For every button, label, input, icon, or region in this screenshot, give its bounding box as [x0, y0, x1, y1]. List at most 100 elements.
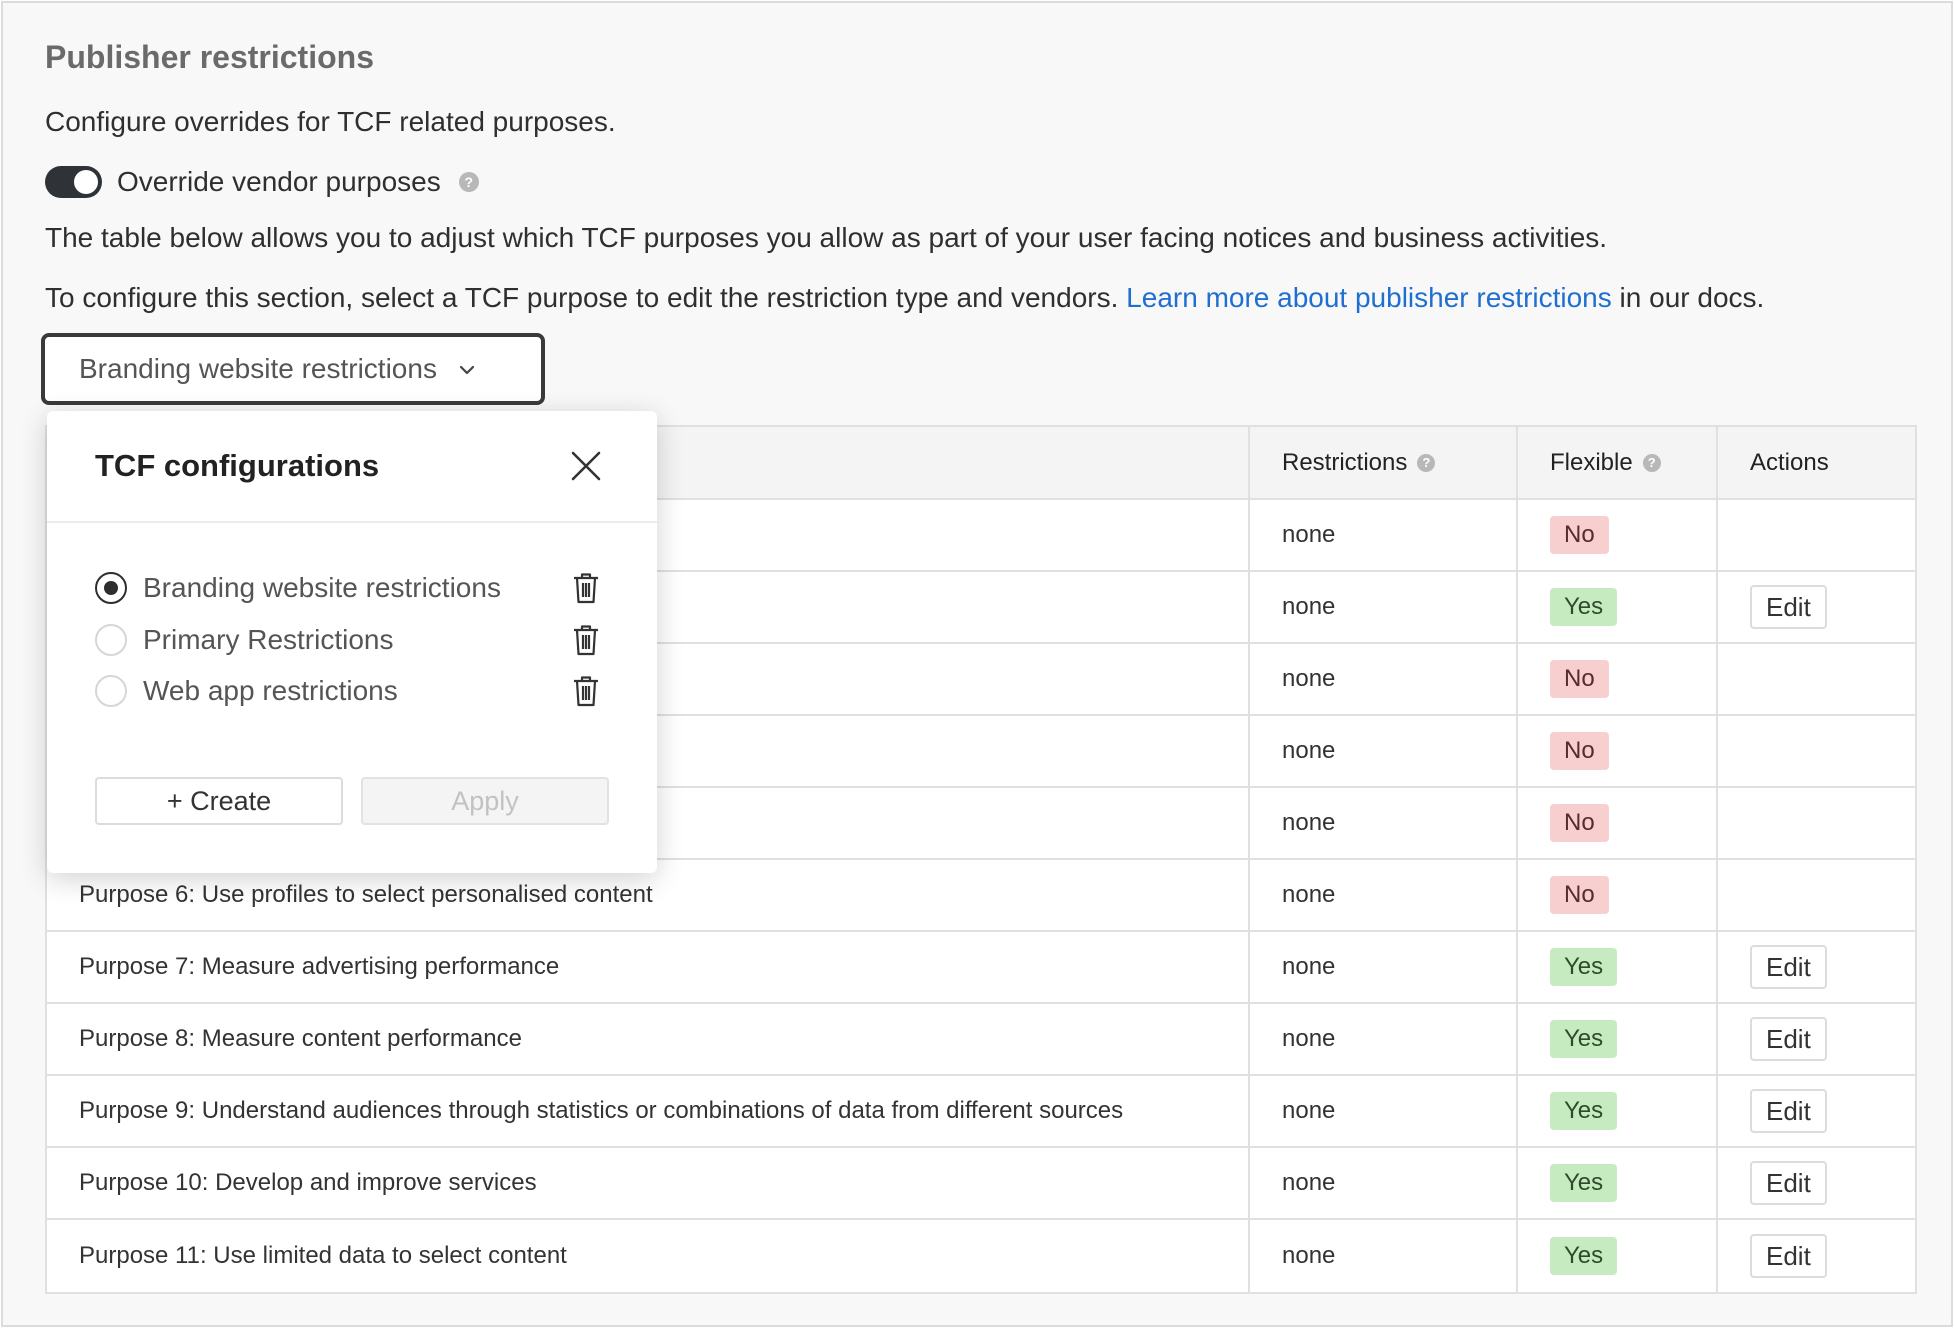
flexible-badge: No: [1550, 876, 1609, 914]
config-radio-branding[interactable]: [95, 572, 127, 604]
header-actions: Actions: [1750, 448, 1829, 476]
config-option-label: Web app restrictions: [143, 675, 398, 706]
config-option-label: Branding website restrictions: [143, 572, 501, 603]
flexible-cell: Yes: [1518, 932, 1718, 1002]
config-option-label: Primary Restrictions: [143, 624, 394, 655]
section-description: Configure overrides for TCF related purp…: [45, 106, 616, 137]
actions-cell: Edit: [1718, 1148, 1915, 1218]
config-text-after: in our docs.: [1619, 282, 1765, 313]
edit-button[interactable]: Edit: [1750, 945, 1827, 989]
trash-icon[interactable]: [571, 623, 601, 657]
restrictions-cell: none: [1250, 572, 1518, 642]
section-title: Publisher restrictions: [45, 39, 374, 75]
purpose-cell: Purpose 10: Develop and improve services: [47, 1148, 1250, 1218]
restrictions-cell: none: [1250, 716, 1518, 786]
purpose-cell: Purpose 11: Use limited data to select c…: [47, 1220, 1250, 1292]
override-vendor-purposes-toggle[interactable]: [45, 166, 102, 198]
flexible-cell: Yes: [1518, 1220, 1718, 1292]
flexible-badge: No: [1550, 732, 1609, 770]
flexible-cell: Yes: [1518, 1004, 1718, 1074]
table-row[interactable]: Purpose 11: Use limited data to select c…: [47, 1220, 1915, 1292]
help-icon[interactable]: ?: [458, 172, 479, 192]
actions-cell: Edit: [1718, 1220, 1915, 1292]
actions-cell: Edit: [1718, 1076, 1915, 1146]
help-icon[interactable]: ?: [1642, 453, 1661, 472]
config-option-branding[interactable]: Branding website restrictions: [95, 568, 501, 608]
close-icon[interactable]: [569, 449, 603, 483]
help-icon[interactable]: ?: [1417, 453, 1436, 472]
purpose-cell: Purpose 8: Measure content performance: [47, 1004, 1250, 1074]
flexible-badge: No: [1550, 660, 1609, 698]
config-radio-web-app[interactable]: [95, 675, 127, 707]
actions-cell: Edit: [1718, 932, 1915, 1002]
flexible-badge: Yes: [1550, 1092, 1618, 1130]
override-toggle-label: Override vendor purposes: [117, 166, 441, 197]
flexible-cell: Yes: [1518, 572, 1718, 642]
override-toggle-row: Override vendor purposes ?: [45, 165, 479, 199]
config-radio-primary[interactable]: [95, 624, 127, 656]
tcf-configurations-popover: TCF configurations Branding website rest…: [47, 411, 657, 873]
edit-button[interactable]: Edit: [1750, 1017, 1827, 1061]
table-row[interactable]: Purpose 8: Measure content performance no…: [47, 1004, 1915, 1076]
header-restrictions-label: Restrictions: [1282, 448, 1408, 476]
actions-cell: [1718, 788, 1915, 858]
dropdown-selected-label: Branding website restrictions: [79, 353, 437, 384]
create-button[interactable]: + Create: [95, 777, 343, 825]
config-option-primary[interactable]: Primary Restrictions: [95, 620, 393, 660]
flexible-cell: No: [1518, 500, 1718, 570]
flexible-badge: Yes: [1550, 1020, 1618, 1058]
table-row[interactable]: Purpose 9: Understand audiences through …: [47, 1076, 1915, 1148]
popover-header: TCF configurations: [47, 411, 657, 523]
restrictions-cell: none: [1250, 1004, 1518, 1074]
edit-button[interactable]: Edit: [1750, 1234, 1827, 1278]
restrictions-cell: none: [1250, 1220, 1518, 1292]
flexible-cell: No: [1518, 860, 1718, 930]
table-row[interactable]: Purpose 10: Develop and improve services…: [47, 1148, 1915, 1220]
apply-button[interactable]: Apply: [361, 777, 609, 825]
header-restrictions: Restrictions ?: [1250, 427, 1518, 498]
trash-icon[interactable]: [571, 674, 601, 708]
table-description: The table below allows you to adjust whi…: [45, 222, 1608, 253]
restrictions-cell: none: [1250, 860, 1518, 930]
flexible-badge: No: [1550, 804, 1609, 842]
flexible-badge: Yes: [1550, 588, 1618, 626]
actions-cell: Edit: [1718, 1004, 1915, 1074]
restrictions-cell: none: [1250, 644, 1518, 714]
chevron-down-icon: [459, 359, 475, 380]
restrictions-cell: none: [1250, 788, 1518, 858]
header-flexible-label: Flexible: [1550, 448, 1633, 476]
config-instructions: To configure this section, select a TCF …: [45, 282, 1764, 314]
restrictions-cell: none: [1250, 1076, 1518, 1146]
table-row[interactable]: Purpose 7: Measure advertising performan…: [47, 932, 1915, 1004]
restrictions-cell: none: [1250, 932, 1518, 1002]
flexible-badge: Yes: [1550, 1237, 1618, 1275]
actions-cell: [1718, 500, 1915, 570]
edit-button[interactable]: Edit: [1750, 1089, 1827, 1133]
edit-button[interactable]: Edit: [1750, 585, 1827, 629]
actions-cell: Edit: [1718, 572, 1915, 642]
flexible-badge: No: [1550, 516, 1609, 554]
header-flexible: Flexible ?: [1518, 427, 1718, 498]
flexible-badge: Yes: [1550, 948, 1618, 986]
flexible-cell: No: [1518, 644, 1718, 714]
flexible-cell: Yes: [1518, 1076, 1718, 1146]
trash-icon[interactable]: [571, 571, 601, 605]
flexible-cell: Yes: [1518, 1148, 1718, 1218]
restrictions-cell: none: [1250, 1148, 1518, 1218]
actions-cell: [1718, 716, 1915, 786]
learn-more-link[interactable]: Learn more about publisher restrictions: [1126, 282, 1612, 313]
flexible-badge: Yes: [1550, 1164, 1618, 1202]
restrictions-cell: none: [1250, 500, 1518, 570]
purpose-cell: Purpose 9: Understand audiences through …: [47, 1076, 1250, 1146]
config-text: To configure this section, select a TCF …: [45, 282, 1119, 313]
configuration-dropdown[interactable]: Branding website restrictions: [41, 333, 545, 405]
actions-cell: [1718, 644, 1915, 714]
popover-title: TCF configurations: [95, 448, 380, 483]
actions-cell: [1718, 860, 1915, 930]
publisher-restrictions-panel: Publisher restrictions Configure overrid…: [1, 1, 1953, 1327]
purpose-cell: Purpose 7: Measure advertising performan…: [47, 932, 1250, 1002]
edit-button[interactable]: Edit: [1750, 1161, 1827, 1205]
flexible-cell: No: [1518, 716, 1718, 786]
flexible-cell: No: [1518, 788, 1718, 858]
config-option-web-app[interactable]: Web app restrictions: [95, 671, 398, 711]
